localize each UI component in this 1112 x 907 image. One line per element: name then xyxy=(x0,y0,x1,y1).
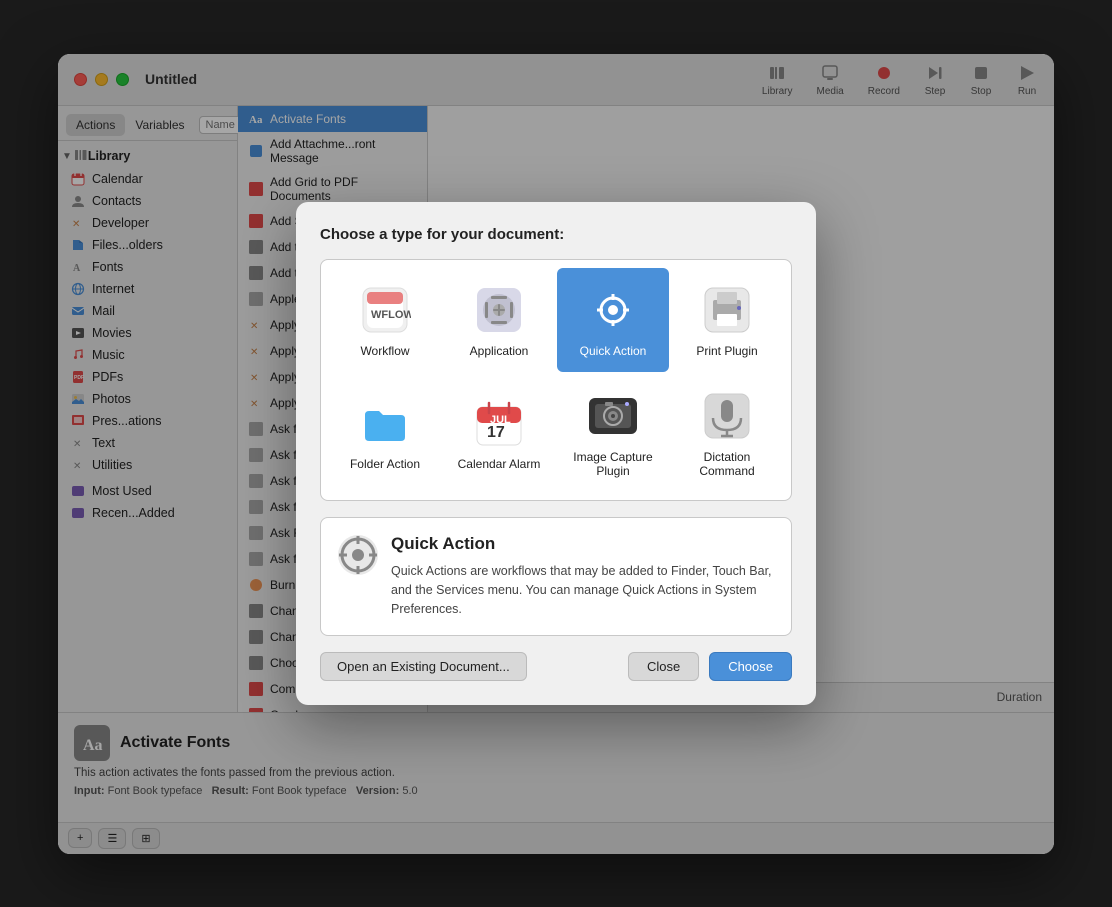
modal-footer: Open an Existing Document... Close Choos… xyxy=(320,652,792,681)
doc-type-quick-action[interactable]: Quick Action xyxy=(557,268,669,372)
modal-title: Choose a type for your document: xyxy=(320,226,792,243)
main-window: Untitled Library Media Record xyxy=(58,54,1054,854)
doc-type-workflow[interactable]: WFLOW Workflow xyxy=(329,268,441,372)
choose-button[interactable]: Choose xyxy=(709,652,792,681)
application-icon xyxy=(471,282,527,338)
print-plugin-icon xyxy=(699,282,755,338)
doc-type-calendar-alarm[interactable]: JUL 17 Calendar Alarm xyxy=(443,374,555,492)
doc-type-folder-action[interactable]: Folder Action xyxy=(329,374,441,492)
image-capture-type-label: Image Capture Plugin xyxy=(565,450,661,478)
svg-text:WFLOW: WFLOW xyxy=(371,309,411,321)
doc-type-print-plugin[interactable]: Print Plugin xyxy=(671,268,783,372)
close-button[interactable]: Close xyxy=(628,652,699,681)
print-plugin-type-label: Print Plugin xyxy=(696,344,757,358)
doc-type-image-capture[interactable]: Image Capture Plugin xyxy=(557,374,669,492)
doc-type-dictation[interactable]: Dictation Command xyxy=(671,374,783,492)
document-type-modal: Choose a type for your document: WFLOW W… xyxy=(296,202,816,704)
quick-action-type-label: Quick Action xyxy=(580,344,647,358)
modal-description: Quick Action Quick Actions are workflows… xyxy=(320,517,792,635)
modal-desc-icon xyxy=(337,534,379,576)
calendar-alarm-icon: JUL 17 xyxy=(471,395,527,451)
folder-action-icon xyxy=(357,395,413,451)
modal-desc-title: Quick Action xyxy=(391,534,775,554)
modal-desc-content: Quick Action Quick Actions are workflows… xyxy=(391,534,775,618)
folder-action-type-label: Folder Action xyxy=(350,457,420,471)
dictation-icon xyxy=(699,388,755,444)
doc-type-application[interactable]: Application xyxy=(443,268,555,372)
image-capture-icon xyxy=(585,388,641,444)
open-existing-button[interactable]: Open an Existing Document... xyxy=(320,652,527,681)
modal-footer-right: Close Choose xyxy=(628,652,792,681)
dictation-type-label: Dictation Command xyxy=(679,450,775,478)
quick-action-icon xyxy=(585,282,641,338)
workflow-type-label: Workflow xyxy=(360,344,409,358)
calendar-alarm-type-label: Calendar Alarm xyxy=(458,457,541,471)
doc-type-grid: WFLOW Workflow xyxy=(320,259,792,501)
modal-desc-text: Quick Actions are workflows that may be … xyxy=(391,562,775,618)
workflow-icon: WFLOW xyxy=(357,282,413,338)
svg-text:17: 17 xyxy=(487,424,505,441)
modal-overlay: Choose a type for your document: WFLOW W… xyxy=(58,54,1054,854)
application-type-label: Application xyxy=(470,344,529,358)
